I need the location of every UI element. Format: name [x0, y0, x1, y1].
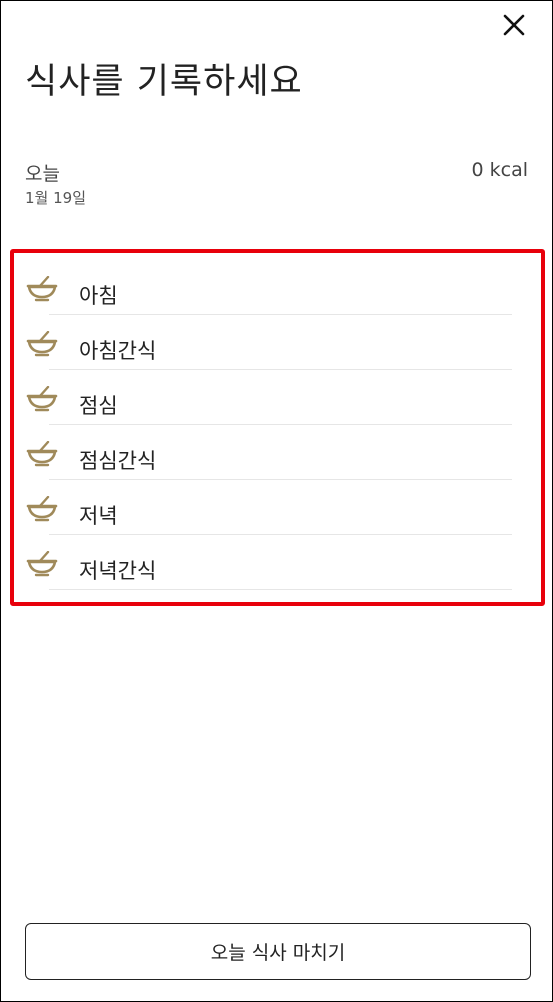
- close-button[interactable]: [500, 11, 528, 39]
- meal-label: 아침: [79, 284, 118, 308]
- calorie-total: 0 kcal: [471, 159, 529, 181]
- meal-label: 저녁간식: [79, 559, 157, 583]
- bowl-icon: [26, 331, 58, 357]
- meal-item[interactable]: 점심: [14, 370, 541, 425]
- meal-label: 아침간식: [79, 339, 157, 363]
- bowl-icon: [26, 386, 58, 412]
- bowl-icon: [26, 551, 58, 577]
- meal-item[interactable]: 아침: [14, 260, 541, 315]
- meal-label: 저녁: [79, 504, 118, 528]
- meal-item[interactable]: 저녁간식: [14, 535, 541, 590]
- page-title: 식사를 기록하세요: [25, 62, 303, 102]
- meal-item[interactable]: 점심간식: [14, 425, 541, 480]
- meal-list-panel: 아침 아침간식 점심 점심간식 저녁 저녁간식: [10, 249, 545, 606]
- finish-today-button[interactable]: 오늘 식사 마치기: [25, 923, 531, 980]
- meal-item[interactable]: 아침간식: [14, 315, 541, 370]
- divider: [49, 589, 512, 590]
- app-screen: 식사를 기록하세요 오늘 1월 19일 0 kcal 아침 아침간식 점심 점심…: [0, 0, 553, 1002]
- meal-label: 점심간식: [79, 449, 157, 473]
- meal-label: 점심: [79, 394, 118, 418]
- close-icon: [503, 14, 525, 36]
- meal-item[interactable]: 저녁: [14, 480, 541, 535]
- date-label: 1월 19일: [25, 189, 86, 207]
- day-label: 오늘: [25, 163, 60, 185]
- bowl-icon: [26, 496, 58, 522]
- bowl-icon: [26, 276, 58, 302]
- bowl-icon: [26, 441, 58, 467]
